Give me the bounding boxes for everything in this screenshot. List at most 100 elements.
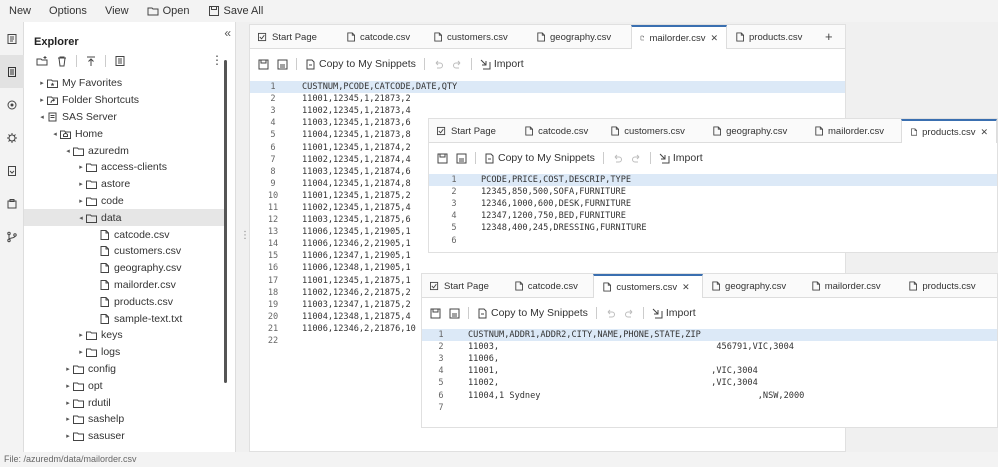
new-item-icon[interactable] — [36, 55, 48, 67]
code-line[interactable]: 1 PCODE,PRICE,COST,DESCRIP,TYPE — [429, 174, 997, 187]
tree-item-config[interactable]: ▸ config — [24, 361, 224, 378]
tree-item-sas-server[interactable]: ◂ SAS Server — [24, 109, 224, 126]
tree-item-my-favorites[interactable]: ▸ My Favorites — [24, 75, 224, 92]
import-button[interactable]: Import — [652, 307, 696, 319]
tree-item-catcode-csv[interactable]: catcode.csv — [24, 226, 224, 243]
tree-item-customers-csv[interactable]: customers.csv — [24, 243, 224, 260]
add-tab-button[interactable]: + — [815, 25, 843, 48]
tab-geography-csv[interactable]: geography.csv — [704, 119, 806, 143]
view-menu[interactable]: View — [96, 0, 138, 22]
tab-products-csv[interactable]: products.csv ✕ — [901, 119, 998, 143]
tab-geography-csv[interactable]: geography.csv — [703, 274, 803, 298]
expand-toggle-icon[interactable]: ▸ — [77, 180, 85, 188]
code-line[interactable]: 2 12345,850,500,SOFA,FURNITURE — [429, 186, 997, 198]
tree-item-products-csv[interactable]: products.csv — [24, 293, 224, 310]
expand-toggle-icon[interactable]: ◂ — [38, 113, 46, 121]
code-line[interactable]: 3 11006, — [422, 353, 997, 365]
tab-geography-csv[interactable]: geography.csv — [528, 25, 631, 49]
properties-icon[interactable] — [114, 55, 126, 67]
tab-products-csv[interactable]: products.csv — [900, 274, 997, 298]
import-button[interactable]: Import — [659, 152, 703, 164]
code-line[interactable]: 6 11004,1 Sydney ,NSW,2000 — [422, 389, 997, 401]
code-line[interactable]: 1 CUSTNUM,PCODE,CATCODE,DATE,QTY — [250, 81, 845, 94]
code-line[interactable]: 6 — [429, 234, 997, 246]
code-line[interactable]: 4 11001, ,VIC,3004 — [422, 365, 997, 377]
tab-catcode-csv[interactable]: catcode.csv — [338, 25, 425, 49]
redo-icon[interactable] — [624, 308, 635, 319]
rail-tasks-button[interactable] — [0, 22, 24, 55]
rail-libraries-button[interactable] — [0, 88, 24, 121]
tree-item-sample-text-txt[interactable]: sample-text.txt — [24, 310, 224, 327]
redo-icon[interactable] — [452, 59, 463, 70]
code-line[interactable]: 1 CUSTNUM,ADDR1,ADDR2,CITY,NAME,PHONE,STA… — [422, 329, 997, 342]
code-line[interactable]: 7 — [422, 402, 997, 414]
tree-item-folder-shortcuts[interactable]: ▸ Folder Shortcuts — [24, 92, 224, 109]
tree-item-rdutil[interactable]: ▸ rdutil — [24, 394, 224, 411]
tree-item-home[interactable]: ◂ Home — [24, 125, 224, 142]
expand-toggle-icon[interactable]: ▸ — [77, 163, 85, 171]
tree-item-mailorder-csv[interactable]: mailorder.csv — [24, 277, 224, 294]
tree-item-sashelp[interactable]: ▸ sashelp — [24, 411, 224, 428]
code-line[interactable]: 5 11002, ,VIC,3004 — [422, 377, 997, 389]
copy-to-snippets-button[interactable]: Copy to My Snippets — [484, 152, 595, 164]
expand-toggle-icon[interactable]: ▸ — [77, 197, 85, 205]
tab-customers-csv[interactable]: customers.csv — [602, 119, 704, 143]
tree-item-data[interactable]: ◂ data — [24, 209, 224, 227]
import-button[interactable]: Import — [480, 58, 524, 70]
tab-products-csv[interactable]: products.csv — [727, 25, 815, 49]
save-as-icon[interactable] — [277, 59, 288, 70]
tree-item-keys[interactable]: ▸ keys — [24, 327, 224, 344]
save-icon[interactable] — [430, 308, 441, 319]
close-tab-icon[interactable]: ✕ — [710, 33, 718, 44]
tab-customers-csv[interactable]: customers.csv ✕ — [593, 274, 704, 298]
rail-snippets-button[interactable] — [0, 154, 24, 187]
redo-icon[interactable] — [631, 153, 642, 164]
delete-icon[interactable] — [56, 55, 68, 67]
code-line[interactable]: 3 12346,1000,600,DESK,FURNITURE — [429, 198, 997, 210]
more-options-button[interactable]: ⋮ — [211, 53, 223, 67]
collapse-panel-button[interactable]: « — [224, 26, 231, 40]
code-line[interactable]: 4 12347,1200,750,BED,FURNITURE — [429, 210, 997, 222]
save-as-icon[interactable] — [456, 153, 467, 164]
products-code-area[interactable]: 1 PCODE,PRICE,COST,DESCRIP,TYPE 2 12345,850… — [429, 174, 997, 252]
undo-icon[interactable] — [605, 308, 616, 319]
undo-icon[interactable] — [433, 59, 444, 70]
save-all-button[interactable]: Save All — [199, 0, 273, 22]
expand-toggle-icon[interactable]: ▸ — [64, 365, 72, 373]
tree-item-astore[interactable]: ▸ astore — [24, 176, 224, 193]
expand-toggle-icon[interactable]: ◂ — [51, 130, 59, 138]
explorer-scrollbar[interactable] — [224, 60, 227, 383]
tree-item-logs[interactable]: ▸ logs — [24, 344, 224, 361]
expand-toggle-icon[interactable]: ▸ — [64, 432, 72, 440]
save-icon[interactable] — [258, 59, 269, 70]
copy-to-snippets-button[interactable]: Copy to My Snippets — [477, 307, 588, 319]
rail-git-button[interactable] — [0, 220, 24, 253]
code-line[interactable]: 3 11002,12345,1,21873,4 — [250, 105, 845, 117]
undo-icon[interactable] — [612, 153, 623, 164]
tab-start-page[interactable]: Start Page — [422, 274, 506, 298]
rail-explorer-button[interactable] — [0, 55, 24, 88]
tree-item-code[interactable]: ▸ code — [24, 193, 224, 210]
tab-start-page[interactable]: Start Page — [250, 25, 338, 49]
code-line[interactable]: 2 11001,12345,1,21873,2 — [250, 93, 845, 105]
code-line[interactable]: 2 11003, 456791,VIC,3004 — [422, 341, 997, 353]
expand-toggle-icon[interactable]: ▸ — [77, 331, 85, 339]
tree-item-azuredm[interactable]: ◂ azuredm — [24, 142, 224, 159]
expand-toggle-icon[interactable]: ▸ — [38, 96, 46, 104]
tree-item-sasuser[interactable]: ▸ sasuser — [24, 428, 224, 445]
customers-code-area[interactable]: 1 CUSTNUM,ADDR1,ADDR2,CITY,NAME,PHONE,STA… — [422, 329, 997, 427]
tab-start-page[interactable]: Start Page — [429, 119, 516, 143]
tab-mailorder-csv[interactable]: mailorder.csv — [806, 119, 901, 143]
copy-to-snippets-button[interactable]: Copy to My Snippets — [305, 58, 416, 70]
rail-clipboard-button[interactable] — [0, 187, 24, 220]
code-line[interactable]: 5 12348,400,245,DRESSING,FURNITURE — [429, 222, 997, 234]
tab-customers-csv[interactable]: customers.csv — [425, 25, 528, 49]
expand-toggle-icon[interactable]: ▸ — [77, 348, 85, 356]
expand-toggle-icon[interactable]: ◂ — [77, 214, 85, 222]
new-menu[interactable]: New — [0, 0, 40, 22]
tab-mailorder-csv[interactable]: mailorder.csv — [803, 274, 901, 298]
upload-icon[interactable] — [85, 55, 97, 67]
tab-catcode-csv[interactable]: catcode.csv — [516, 119, 602, 143]
save-icon[interactable] — [437, 153, 448, 164]
options-menu[interactable]: Options — [40, 0, 96, 22]
